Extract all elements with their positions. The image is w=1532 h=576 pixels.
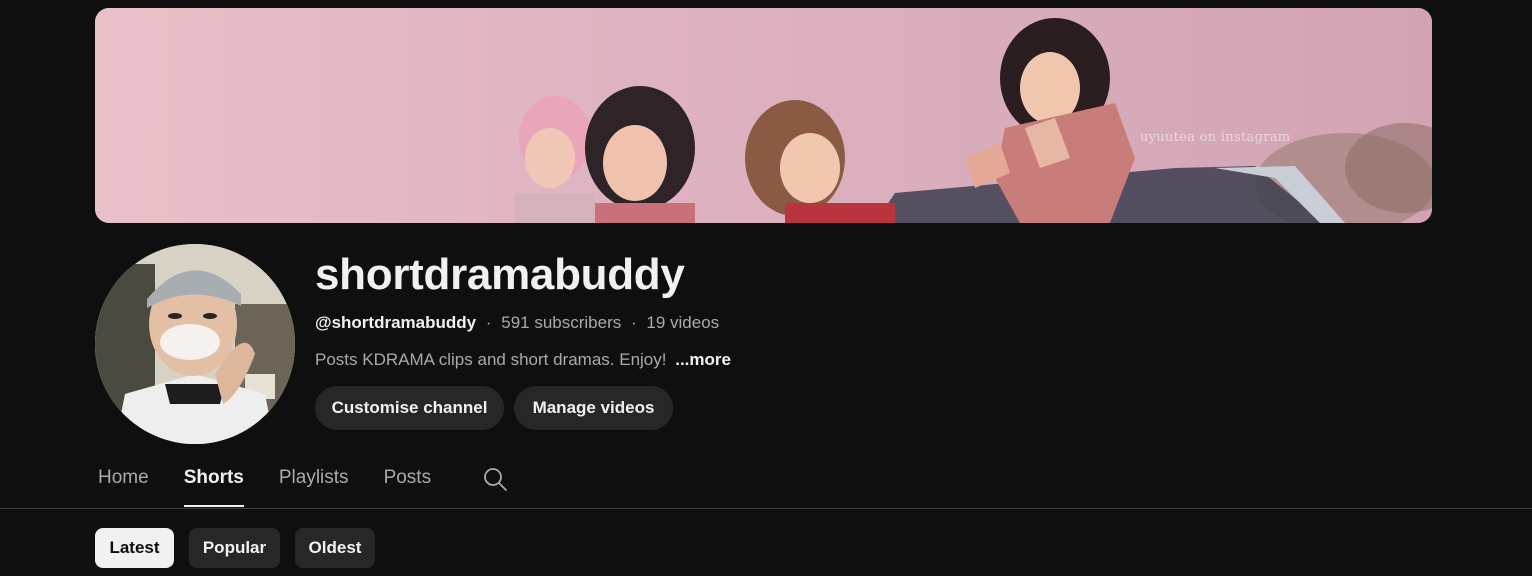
tab-playlists[interactable]: Playlists [279, 465, 349, 507]
sort-chip-oldest[interactable]: Oldest [295, 528, 375, 568]
more-link[interactable]: ...more [675, 350, 731, 369]
video-count: 19 videos [646, 313, 720, 332]
channel-handle: @shortdramabuddy [315, 313, 477, 332]
description-text: Posts KDRAMA clips and short dramas. Enj… [315, 350, 667, 369]
channel-meta: @shortdramabuddy · 591 subscribers · 19 … [315, 313, 719, 333]
banner-image [95, 8, 1432, 223]
sort-chip-latest[interactable]: Latest [95, 528, 174, 568]
channel-tabs: Home Shorts Playlists Posts [98, 465, 466, 509]
channel-avatar[interactable] [95, 244, 295, 444]
avatar-image [95, 244, 295, 444]
manage-videos-button[interactable]: Manage videos [514, 386, 673, 430]
sort-chip-popular[interactable]: Popular [189, 528, 280, 568]
tab-posts[interactable]: Posts [384, 465, 432, 507]
tab-shorts[interactable]: Shorts [183, 465, 245, 507]
tabs-divider [0, 508, 1532, 509]
meta-separator: · [485, 313, 492, 332]
banner-watermark: uyuutea on instagram [1140, 130, 1291, 145]
channel-banner: uyuutea on instagram [95, 8, 1432, 223]
meta-separator: · [630, 313, 637, 332]
channel-page: uyuutea on instagram shortdramabuddy @sh… [0, 0, 1532, 576]
search-icon[interactable] [482, 466, 508, 492]
channel-name: shortdramabuddy [315, 250, 685, 299]
customise-channel-button[interactable]: Customise channel [315, 386, 504, 430]
subscriber-count: 591 subscribers [501, 313, 622, 332]
tab-home[interactable]: Home [98, 465, 149, 507]
channel-description[interactable]: Posts KDRAMA clips and short dramas. Enj… [315, 350, 731, 370]
